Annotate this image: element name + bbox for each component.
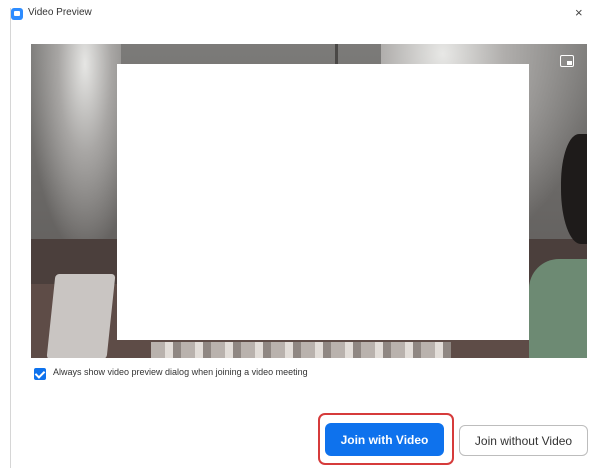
redacted-face-area <box>117 64 529 340</box>
zoom-app-icon <box>11 8 23 20</box>
always-show-preview-label[interactable]: Always show video preview dialog when jo… <box>53 367 308 377</box>
join-with-video-button[interactable]: Join with Video <box>325 423 444 456</box>
join-without-video-button[interactable]: Join without Video <box>459 425 588 456</box>
window-title: Video Preview <box>28 7 92 18</box>
background-light-left <box>31 44 121 244</box>
always-show-preview-checkbox[interactable] <box>34 368 46 380</box>
title-bar[interactable] <box>11 8 594 36</box>
person-shirt <box>529 259 587 358</box>
person-chin-area <box>151 342 451 358</box>
close-icon[interactable]: × <box>575 5 583 20</box>
picture-in-picture-icon[interactable] <box>560 55 574 67</box>
window-left-border <box>10 8 11 468</box>
background-object <box>46 274 116 358</box>
video-preview-dialog: Video Preview × Always show video previe… <box>0 0 594 468</box>
